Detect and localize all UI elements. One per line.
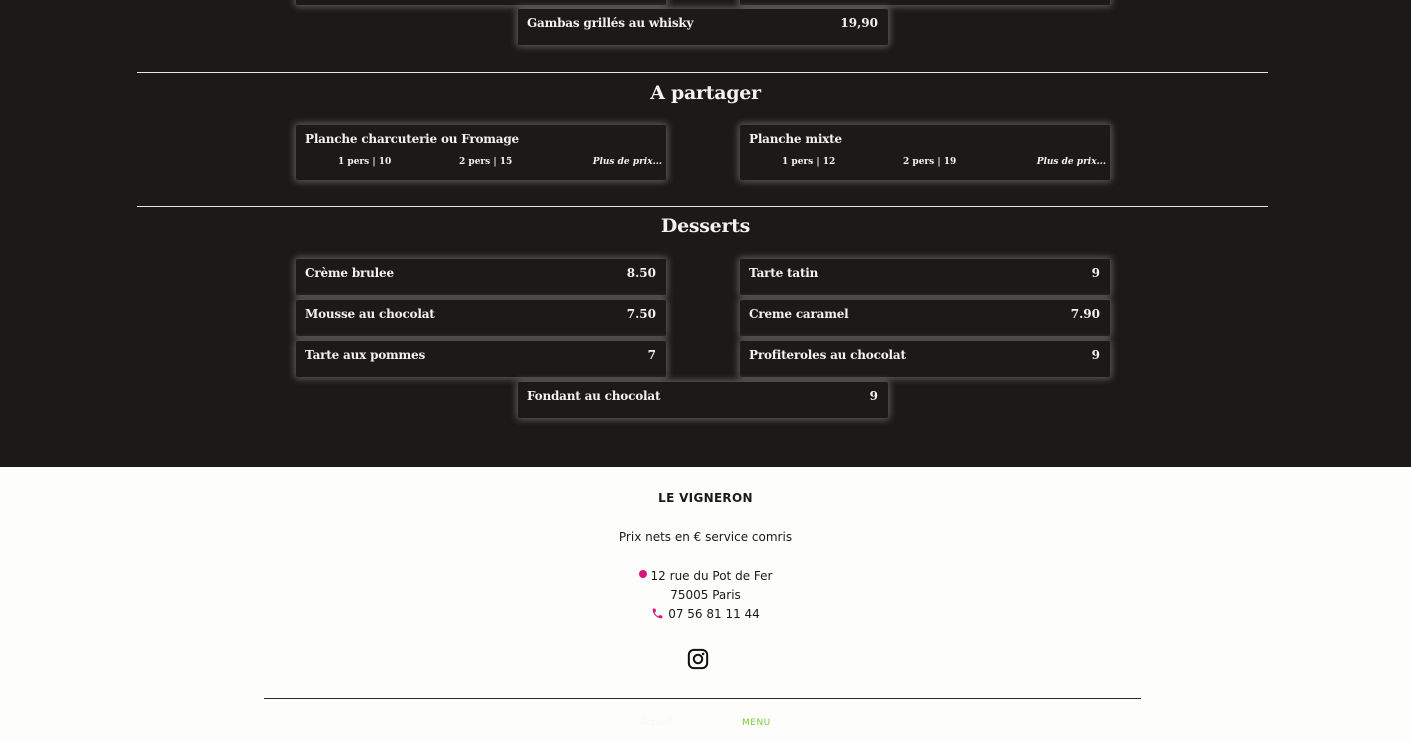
more-prices-link[interactable]: Plus de prix... — [593, 157, 662, 167]
footer-divider — [264, 698, 1141, 699]
footer-address-line2: 75005 Paris — [670, 588, 741, 602]
footer-nav-home[interactable]: Accueil — [640, 718, 672, 728]
more-prices-link[interactable]: Plus de prix... — [1037, 157, 1106, 167]
section-divider — [137, 72, 1268, 73]
menu-item-card: Crème brulee 8.50 — [296, 259, 666, 295]
menu-item-name: Creme caramel — [749, 307, 849, 321]
menu-item-price: 7 — [647, 348, 656, 362]
menu-item-name: Fondant au chocolat — [527, 389, 661, 403]
menu-item-card: Tarte tatin 9 — [740, 259, 1110, 295]
footer-brand: LE VIGNERON — [658, 491, 753, 505]
price-option: 1 pers | 12 — [782, 157, 836, 167]
footer-address-line1: 12 rue du Pot de Fer — [0, 569, 1411, 583]
menu-item-name: Tarte aux pommes — [305, 348, 426, 362]
menu-item-card: Creme caramel 7.90 — [740, 300, 1110, 336]
menu-item-name: Profiteroles au chocolat — [749, 348, 906, 362]
menu-item-card-partial-right — [740, 0, 1110, 5]
footer-price-note: Prix nets en € service comris — [618, 530, 793, 544]
menu-dark-area: Gambas grillés au whisky 19,90 A partage… — [0, 0, 1411, 467]
menu-item-name: Gambas grillés au whisky — [527, 16, 694, 30]
menu-item-price: 8.50 — [626, 266, 656, 280]
menu-item-name: Mousse au chocolat — [305, 307, 435, 321]
instagram-icon[interactable] — [687, 648, 709, 670]
price-option: 2 pers | 15 — [459, 157, 513, 167]
menu-item-card: Tarte aux pommes 7 — [296, 341, 666, 377]
menu-item-price: 9 — [1091, 266, 1100, 280]
menu-item-price: 9 — [1091, 348, 1100, 362]
menu-item-price: 19,90 — [840, 16, 878, 30]
section-title-desserts: Desserts — [660, 215, 751, 237]
menu-item-price: 9 — [869, 389, 878, 403]
menu-item-name: Planche charcuterie ou Fromage — [305, 132, 519, 146]
menu-item-card: Planche charcuterie ou Fromage 1 pers | … — [296, 125, 666, 180]
price-option: 1 pers | 10 — [338, 157, 392, 167]
menu-item-price: 7.90 — [1070, 307, 1100, 321]
menu-item-card: Fondant au chocolat 9 — [518, 382, 888, 418]
footer-nav-menu[interactable]: MENU — [742, 718, 771, 728]
price-option: 2 pers | 19 — [903, 157, 957, 167]
menu-item-card: Gambas grillés au whisky 19,90 — [518, 9, 888, 45]
menu-item-card: Planche mixte 1 pers | 12 2 pers | 19 Pl… — [740, 125, 1110, 180]
section-title-partager: A partager — [650, 82, 761, 104]
menu-item-name: Crème brulee — [305, 266, 394, 280]
menu-item-name: Planche mixte — [749, 132, 842, 146]
phone-icon — [652, 608, 663, 619]
menu-item-card: Profiteroles au chocolat 9 — [740, 341, 1110, 377]
menu-item-price: 7.50 — [626, 307, 656, 321]
menu-item-name: Tarte tatin — [749, 266, 819, 280]
menu-item-card-partial-left — [296, 0, 666, 5]
menu-item-card: Mousse au chocolat 7.50 — [296, 300, 666, 336]
section-divider — [137, 206, 1268, 207]
footer: LE VIGNERON Prix nets en € service comri… — [0, 467, 1411, 741]
map-pin-icon — [638, 570, 647, 578]
phone-number[interactable]: 07 56 81 11 44 — [668, 607, 760, 621]
footer-phone[interactable]: 07 56 81 11 44 — [0, 607, 1411, 621]
address-street: 12 rue du Pot de Fer — [650, 569, 773, 583]
